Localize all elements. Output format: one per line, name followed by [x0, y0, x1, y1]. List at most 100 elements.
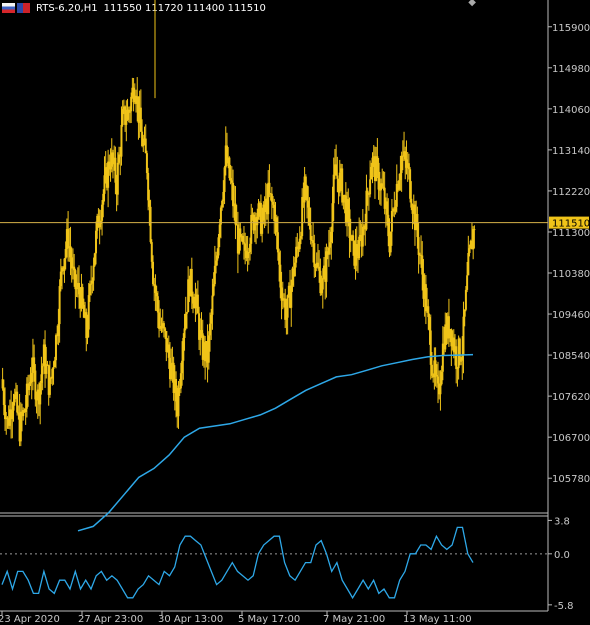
candle-body [212, 284, 215, 296]
candle-body [147, 173, 150, 201]
candle-body [184, 313, 187, 329]
candle-body [321, 278, 324, 290]
candle-body [53, 360, 56, 368]
candle-body [86, 329, 89, 339]
candle-body [232, 182, 235, 207]
candle-body [417, 237, 420, 255]
candle-body [473, 229, 476, 231]
candle-body [114, 157, 117, 183]
time-tick-label: 7 May 21:00 [323, 614, 385, 625]
candle-body [286, 295, 289, 318]
candle-body [329, 242, 332, 248]
candle-body [81, 287, 84, 305]
candle-body [461, 354, 464, 361]
price-tick-label: 111300 [552, 228, 590, 239]
candle-body [327, 247, 330, 255]
indicator-tick-label: -5.8 [554, 601, 574, 612]
candle-body [325, 251, 328, 282]
candle-body [101, 204, 104, 221]
candle-body [242, 242, 245, 244]
candle-body [320, 289, 323, 294]
candle-body [429, 330, 432, 365]
candle-body [58, 286, 61, 325]
candle-body [336, 175, 339, 179]
candle-body [306, 185, 309, 201]
candle-body [102, 193, 105, 205]
candle-body [11, 410, 14, 420]
chart-canvas[interactable]: 115900 114980 114060 113140 112220 111300 1103… [0, 0, 590, 625]
candle-body [400, 155, 403, 174]
candle-body [52, 367, 55, 369]
candle-body [210, 314, 213, 324]
candle-body [128, 111, 131, 113]
candle-body [241, 235, 244, 243]
candle-body [312, 240, 315, 244]
candle-body [179, 373, 182, 389]
candle-body [376, 156, 379, 163]
candle-body [144, 138, 147, 154]
candle-body [404, 151, 407, 160]
candle-body [430, 364, 433, 376]
candle-body [192, 296, 195, 304]
candle-body [69, 246, 72, 258]
candle-body [217, 237, 220, 256]
price-tick-label: 105780 [552, 474, 590, 485]
candle-body [40, 374, 43, 383]
candle-body [194, 296, 197, 309]
candle-body [275, 217, 278, 233]
candle-body [46, 364, 49, 366]
price-tick-label: 106700 [552, 433, 590, 444]
candle-body [211, 295, 214, 315]
price-tick-label: 114980 [552, 64, 590, 75]
current-price-value: 111510 [552, 219, 590, 230]
candle-body [57, 324, 60, 337]
candle-body [409, 169, 412, 199]
candle-body [213, 265, 216, 285]
candle-body [335, 164, 338, 176]
candle-body [366, 190, 369, 194]
candle-body [34, 370, 37, 400]
candle-body [332, 174, 335, 204]
candle-body [279, 264, 282, 288]
candle-body [78, 283, 81, 295]
candle-body [304, 176, 307, 186]
candle-body [440, 371, 443, 385]
candle-body [75, 287, 78, 290]
candle-body [59, 271, 62, 287]
indicator-tick-label: 0.0 [554, 550, 570, 561]
candle-body [455, 346, 458, 369]
candle-body [370, 166, 373, 180]
candle-body [45, 364, 48, 374]
candle-body [196, 294, 199, 314]
candle-body [190, 269, 193, 297]
candle-body [463, 309, 466, 317]
candle-body [92, 265, 95, 281]
time-tick-label: 30 Apr 13:00 [158, 614, 223, 625]
price-tick-label: 110380 [552, 269, 590, 280]
time-tick-label: 13 May 11:00 [403, 614, 472, 625]
candle-body [156, 296, 159, 313]
candle-body [390, 211, 393, 232]
candle-body [2, 388, 5, 406]
candle-body [41, 365, 44, 375]
candle-body [87, 295, 90, 330]
candle-body [352, 235, 355, 241]
candle-body [355, 244, 358, 257]
price-tick-label: 109460 [552, 310, 590, 321]
candle-body [399, 173, 402, 181]
candle-body [91, 280, 94, 284]
candle-body [468, 248, 471, 253]
candle-body [74, 270, 77, 290]
candle-body [170, 363, 173, 380]
candle-body [428, 317, 431, 331]
candle-body [28, 383, 31, 391]
candle-body [394, 206, 397, 212]
candle-body [103, 175, 106, 194]
candle-body [416, 214, 419, 238]
candle-body [458, 338, 461, 362]
candle-body [462, 316, 465, 355]
candle-body [331, 203, 334, 232]
candle-body [410, 198, 413, 208]
candle-body [90, 283, 93, 285]
candle-body [175, 378, 178, 402]
